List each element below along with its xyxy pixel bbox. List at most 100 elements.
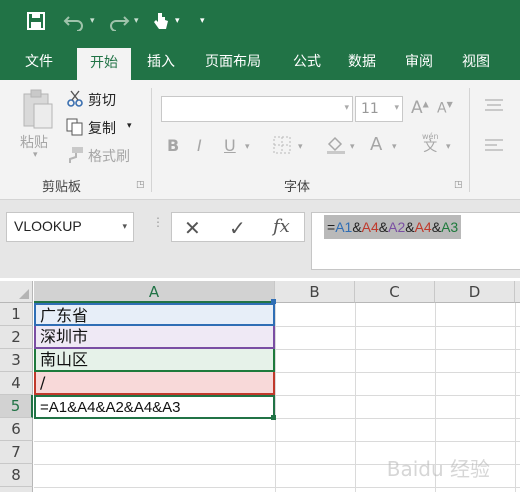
font-name-box[interactable]: ▾ [161, 96, 353, 122]
column-header-b[interactable]: B [275, 281, 355, 303]
cell-a5-active[interactable]: =A1&A4&A2&A4&A3 [34, 395, 275, 419]
redo-dropdown-icon[interactable]: ▾ [134, 16, 139, 26]
italic-button[interactable]: I [197, 136, 202, 155]
tab-view[interactable]: 视图 [449, 44, 503, 80]
customize-qat-icon[interactable]: ▾ [200, 16, 205, 26]
tab-page-layout[interactable]: 页面布局 [196, 44, 270, 80]
align-left-icon[interactable] [483, 138, 505, 152]
column-header-c[interactable]: C [355, 281, 435, 303]
format-painter-button[interactable]: 格式刷 [88, 146, 130, 166]
select-all-button[interactable] [0, 281, 33, 303]
ribbon-separator [151, 88, 152, 192]
cut-button[interactable]: 剪切 [88, 90, 116, 110]
phonetic-button[interactable]: wén 文 [422, 132, 439, 154]
row-header-8[interactable]: 8 [0, 464, 33, 487]
ribbon-separator [469, 88, 470, 192]
clipboard-group-label: 剪贴板 [42, 180, 82, 195]
save-icon[interactable] [26, 11, 46, 36]
undo-icon[interactable] [63, 11, 85, 36]
paste-button[interactable]: 粘贴 [20, 132, 48, 152]
row-header-7[interactable]: 7 [0, 441, 33, 464]
fill-color-icon[interactable] [325, 135, 347, 155]
tab-review[interactable]: 审阅 [392, 44, 446, 80]
font-color-button[interactable]: A [370, 134, 382, 155]
format-painter-icon [66, 146, 84, 164]
row-header-5[interactable]: 5 [0, 395, 33, 418]
paste-icon[interactable] [20, 88, 56, 132]
enter-icon[interactable]: ✓ [229, 216, 246, 240]
tab-home[interactable]: 开始 [77, 48, 131, 80]
bold-button[interactable]: B [167, 136, 179, 155]
formula-part: & [352, 219, 362, 235]
formula-part: A2 [388, 219, 406, 235]
paste-dropdown-icon[interactable]: ▾ [33, 150, 38, 160]
range-handle[interactable] [271, 299, 276, 304]
formula-part: A3 [441, 219, 459, 235]
formula-text: =A1&A4&A2&A4&A3 [324, 215, 462, 239]
cell-a1[interactable]: 广东省 [34, 303, 275, 326]
redo-icon[interactable] [108, 11, 130, 36]
formula-part: A4 [414, 219, 432, 235]
font-launcher-icon[interactable]: ◳ [454, 180, 463, 190]
cut-icon [66, 90, 84, 108]
column-header-d[interactable]: D [435, 281, 515, 303]
cell-a3[interactable]: 南山区 [34, 349, 275, 372]
row-header-3[interactable]: 3 [0, 349, 33, 372]
tab-formulas[interactable]: 公式 [280, 44, 334, 80]
border-dropdown-icon[interactable]: ▾ [298, 142, 303, 152]
cell-a2[interactable]: 深圳市 [34, 326, 275, 349]
undo-dropdown-icon[interactable]: ▾ [90, 16, 95, 26]
chevron-down-icon[interactable]: ▾ [394, 103, 399, 113]
row-header-6[interactable]: 6 [0, 418, 33, 441]
copy-dropdown-icon[interactable]: ▾ [127, 121, 132, 131]
underline-dropdown-icon[interactable]: ▾ [245, 142, 250, 152]
font-group-label: 字体 [284, 180, 311, 195]
quick-access-toolbar: ▾ ▾ ▾ ▾ [0, 0, 520, 44]
resize-grip-icon[interactable]: ⋮ [152, 216, 164, 234]
formula-input[interactable]: =A1&A4&A2&A4&A3 [311, 212, 520, 270]
copy-button[interactable]: 复制 [88, 118, 116, 138]
select-all-icon [19, 289, 29, 299]
ribbon-tabs: 文件 开始 插入 页面布局 公式 数据 审阅 视图 [0, 44, 520, 80]
formula-part: & [431, 219, 442, 235]
cancel-icon[interactable]: ✕ [184, 216, 201, 240]
formula-part: & [405, 219, 415, 235]
font-size-value: 11 [361, 101, 379, 117]
insert-function-icon[interactable]: fx [273, 216, 290, 237]
row-header-1[interactable]: 1 [0, 303, 33, 326]
gridline [34, 441, 520, 442]
touch-mode-icon[interactable] [152, 11, 170, 36]
gridline [34, 487, 520, 488]
name-box[interactable]: VLOOKUP ▾ [6, 212, 134, 242]
clipboard-launcher-icon[interactable]: ◳ [136, 180, 145, 190]
formula-part: & [378, 219, 389, 235]
grow-font-button[interactable]: A▲ [411, 98, 429, 118]
watermark-text: Baidu 经验 [386, 457, 490, 481]
row-header-4[interactable]: 4 [0, 372, 33, 395]
phonetic-dropdown-icon[interactable]: ▾ [446, 142, 451, 152]
font-color-dropdown-icon[interactable]: ▾ [392, 142, 397, 152]
row-header-2[interactable]: 2 [0, 326, 33, 349]
copy-icon [66, 118, 84, 136]
formula-part: = [327, 219, 336, 235]
tab-data[interactable]: 数据 [335, 44, 389, 80]
align-top-icon[interactable] [483, 98, 505, 112]
formula-part: A1 [335, 219, 353, 235]
formula-part: A4 [361, 219, 379, 235]
underline-button[interactable]: U [224, 136, 236, 155]
cell-a4[interactable]: / [34, 372, 275, 395]
tab-file[interactable]: 文件 [12, 44, 66, 80]
row-header-9[interactable] [0, 487, 33, 492]
fill-dropdown-icon[interactable]: ▾ [350, 142, 355, 152]
fill-handle[interactable] [271, 415, 276, 420]
column-header-e[interactable] [515, 281, 520, 303]
border-icon[interactable] [272, 135, 292, 155]
column-header-a[interactable]: A [34, 281, 275, 303]
tab-insert[interactable]: 插入 [134, 44, 188, 80]
font-size-box[interactable]: 11 ▾ [355, 96, 403, 122]
touch-dropdown-icon[interactable]: ▾ [175, 16, 180, 26]
chevron-down-icon[interactable]: ▾ [122, 222, 127, 232]
shrink-font-button[interactable]: A▼ [437, 100, 453, 117]
chevron-down-icon[interactable]: ▾ [344, 103, 349, 113]
formula-buttons: ✕ ✓ fx [171, 212, 305, 242]
